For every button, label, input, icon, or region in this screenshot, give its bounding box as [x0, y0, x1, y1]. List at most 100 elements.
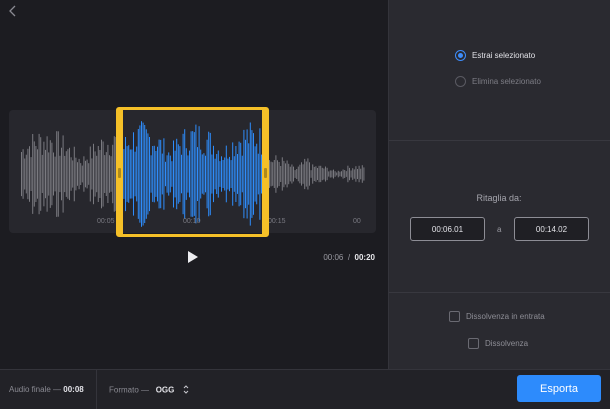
waveform-bar [77, 162, 78, 186]
waveform-bar [109, 155, 110, 193]
selection-frame[interactable] [116, 107, 269, 237]
waveform-bar [107, 144, 109, 203]
waveform-bar [305, 161, 307, 187]
waveform-bar [88, 163, 90, 185]
waveform-bar [336, 172, 338, 176]
left-trim-handle[interactable] [118, 168, 121, 178]
waveform-bar [41, 154, 43, 193]
waveform-bar [57, 131, 59, 217]
waveform-bar [69, 147, 70, 201]
radio-checked-icon[interactable] [455, 50, 466, 61]
final-audio: Audio finale — 00:08 [9, 385, 84, 394]
extract-option[interactable]: Estrai selezionato [455, 50, 535, 61]
fade-out-option[interactable]: Dissolvenza [468, 338, 528, 349]
checkbox-icon[interactable] [449, 311, 460, 322]
waveform-bar [38, 133, 40, 215]
waveform-bar [315, 166, 317, 182]
waveform-bar [325, 166, 326, 182]
checkbox-icon[interactable] [468, 338, 479, 349]
delete-option[interactable]: Elimina selezionato [455, 76, 541, 87]
waveform-bar [326, 167, 328, 181]
waveform-bar [25, 154, 27, 194]
waveform-bar [29, 146, 30, 202]
waveform-bar [96, 155, 98, 193]
waveform-bar [51, 142, 53, 206]
waveform-bar [83, 156, 85, 192]
waveform-bar [272, 162, 274, 186]
waveform-bar [278, 162, 280, 187]
waveform-bar [293, 166, 294, 182]
waveform-bar [78, 158, 80, 190]
waveform-bar [294, 170, 296, 178]
waveform-bar [64, 155, 66, 193]
waveform-bar [345, 171, 347, 177]
waveform-bar [288, 163, 290, 185]
export-button[interactable]: Esporta [517, 375, 601, 402]
waveform-bar [46, 136, 48, 212]
waveform-bar [353, 169, 355, 179]
chevron-up-down-icon [183, 385, 189, 396]
waveform-bar [320, 165, 322, 183]
waveform-bar [309, 162, 310, 186]
waveform-bar [110, 156, 112, 192]
waveform-bar [349, 167, 350, 181]
waveform-bar [358, 165, 360, 183]
waveform-bar [67, 149, 69, 199]
waveform-bar [269, 160, 270, 188]
waveform-bar [62, 135, 64, 213]
fade-out-label: Dissolvenza [485, 339, 529, 348]
waveform-bar [99, 150, 101, 198]
waveform-bar [328, 171, 330, 177]
waveform-bar [24, 158, 26, 190]
waveform-bar [357, 169, 358, 179]
trim-to-label: a [497, 225, 502, 234]
waveform-bar [280, 166, 282, 182]
waveform-bar [286, 160, 288, 188]
chevron-left-icon[interactable] [6, 5, 20, 21]
waveform-bar [360, 168, 362, 180]
waveform-bar [347, 165, 349, 183]
extract-label: Estrai selezionato [472, 51, 536, 60]
right-trim-handle[interactable] [264, 168, 267, 178]
waveform-bar [312, 164, 314, 184]
waveform-bar [21, 152, 22, 197]
waveform-bar [45, 149, 46, 199]
trim-start-input[interactable]: 00:06.01 [410, 217, 485, 241]
waveform-bar [277, 160, 278, 188]
waveform-bar [37, 149, 38, 199]
format-select[interactable]: Formato — OGG [109, 385, 189, 396]
waveform-bar [65, 151, 67, 197]
waveform-bar [275, 155, 277, 193]
waveform-bar [321, 167, 323, 181]
waveform-bar [352, 168, 354, 180]
waveform-bar [302, 164, 304, 184]
waveform-bar [56, 131, 58, 217]
delete-label: Elimina selezionato [472, 77, 541, 86]
waveform-bar [59, 155, 61, 193]
trim-end-input[interactable]: 00:14.02 [514, 217, 589, 241]
waveform-bar [337, 170, 339, 178]
waveform-bar [93, 143, 94, 205]
waveform-bar [333, 169, 334, 179]
waveform-bar [273, 160, 275, 188]
final-audio-value: 00:08 [63, 385, 84, 394]
trim-label: Ritaglia da: [476, 193, 522, 203]
waveform-bar [94, 151, 96, 197]
playback-time: 00:06 / 00:20 [323, 253, 375, 262]
waveform-bar [331, 170, 333, 178]
play-icon[interactable] [186, 250, 200, 264]
radio-unchecked-icon[interactable] [455, 76, 466, 87]
fade-in-option[interactable]: Dissolvenza in entrata [449, 311, 545, 322]
waveform-bar [73, 146, 75, 202]
waveform-bar [350, 170, 352, 178]
waveform-bar [304, 158, 306, 190]
waveform-bar [89, 146, 91, 202]
waveform-bar [75, 157, 77, 191]
waveform-bar [27, 148, 29, 200]
fade-section [389, 293, 610, 369]
waveform-bar [329, 170, 331, 178]
timeline-tick: 00 [353, 218, 361, 225]
waveform-bar [307, 158, 309, 190]
waveform-bar [318, 165, 320, 183]
waveform-bar [80, 163, 82, 185]
